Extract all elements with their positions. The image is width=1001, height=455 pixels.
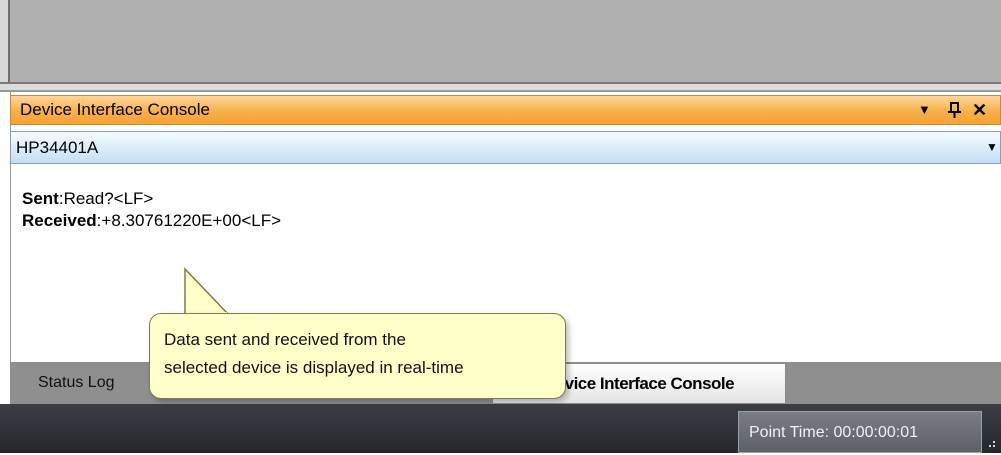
upper-pane-edge — [0, 0, 10, 82]
point-time-readout: Point Time: 00:00:00:01 — [738, 411, 982, 453]
console-received-line: Received:+8.30761220E+00<LF> — [22, 210, 281, 232]
console-sent-line: Sent:Read?<LF> — [22, 188, 153, 210]
device-select-value: HP34401A — [16, 138, 99, 157]
received-label: Received — [22, 211, 97, 230]
tooltip-pointer — [184, 267, 230, 315]
received-value: :+8.30761220E+00<LF> — [96, 211, 282, 230]
pane-splitter[interactable] — [0, 82, 1001, 92]
device-select[interactable] — [10, 131, 1001, 164]
resize-grip-graphic — [989, 441, 995, 447]
chevron-down-icon[interactable]: ▼ — [986, 132, 998, 163]
resize-grip-icon[interactable] — [984, 432, 998, 450]
pin-icon-graphic — [948, 102, 961, 118]
close-icon[interactable]: ✕ — [972, 96, 987, 124]
sent-label: Sent — [22, 189, 59, 208]
upper-pane — [0, 0, 1001, 82]
tooltip-line-1: Data sent and received from the — [164, 330, 406, 349]
sent-value: :Read?<LF> — [58, 189, 154, 208]
pin-icon[interactable] — [944, 96, 966, 124]
tooltip-line-2: selected device is displayed in real-tim… — [164, 358, 464, 377]
dropdown-icon[interactable]: ▼ — [918, 96, 931, 124]
panel-title: Device Interface Console — [20, 100, 210, 119]
tab-status-log[interactable]: Status Log — [20, 363, 170, 403]
